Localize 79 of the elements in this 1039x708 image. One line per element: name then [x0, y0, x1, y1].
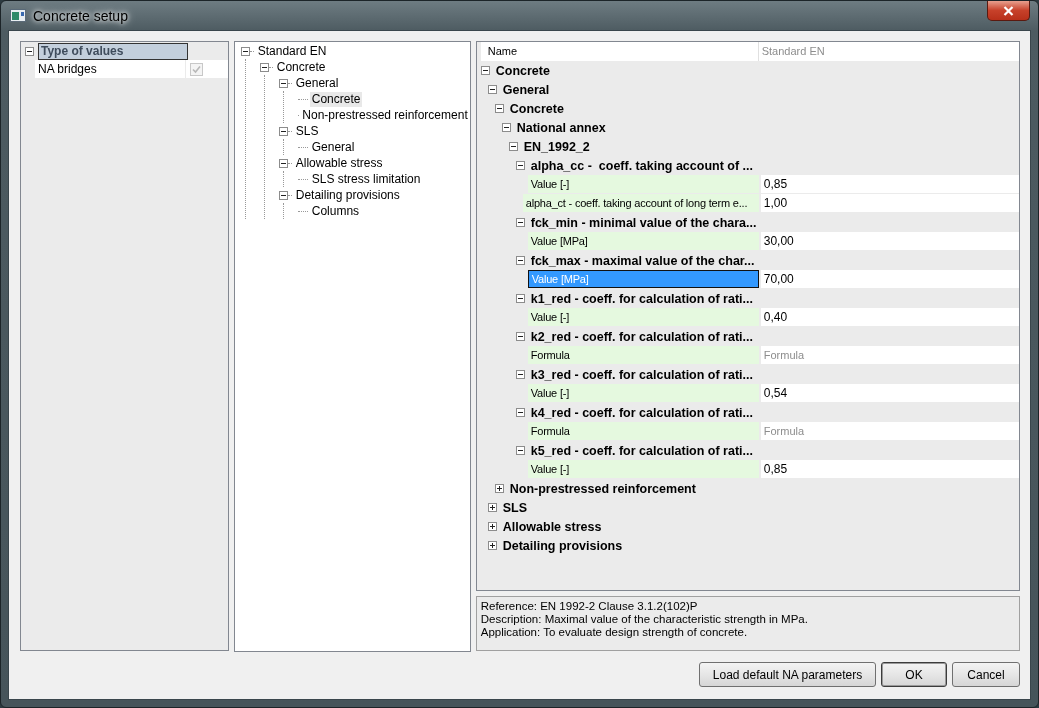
window-title: Concrete setup	[33, 7, 128, 24]
property-value[interactable]: 0,85	[760, 460, 1019, 478]
property-label[interactable]: Value [-]	[527, 460, 759, 478]
property-label: NA bridges	[35, 60, 186, 78]
tree-item[interactable]: SLS stress limitation	[309, 171, 423, 187]
tree-item[interactable]: General	[293, 75, 341, 91]
collapse-icon[interactable]	[515, 161, 525, 170]
category-label: General	[502, 82, 550, 97]
tree-item[interactable]: General	[309, 139, 357, 155]
collapse-icon[interactable]	[515, 218, 525, 227]
property-value[interactable]: 0,85	[760, 175, 1019, 193]
property-label[interactable]: Value [-]	[527, 384, 759, 402]
description-text: Description: Maximal value of the characteristic strength in MPa.	[480, 613, 809, 626]
category-label: fck_min - minimal value of the chara...	[530, 215, 757, 230]
category-label: National annex	[516, 120, 606, 135]
dialog-button[interactable]: Load default NA parameters	[699, 662, 876, 687]
collapse-icon[interactable]	[278, 126, 288, 136]
column-header: Name	[480, 42, 759, 61]
tree-item[interactable]: Columns	[309, 203, 362, 219]
close-button[interactable]	[987, 1, 1030, 21]
property-label[interactable]: Value [-]	[527, 175, 759, 193]
collapse-icon[interactable]	[240, 46, 250, 56]
collapse-icon[interactable]	[515, 332, 525, 341]
property-value[interactable]: 30,00	[760, 232, 1019, 250]
collapse-icon[interactable]	[501, 123, 511, 132]
category-label: k1_red - coeff. for calculation of rati...	[530, 291, 753, 306]
collapse-icon[interactable]	[278, 78, 288, 88]
property-value[interactable]: 0,54	[760, 384, 1019, 402]
category-label: fck_max - maximal value of the char...	[530, 253, 755, 268]
collapse-icon[interactable]	[515, 408, 525, 417]
collapse-icon[interactable]	[515, 370, 525, 379]
category-label: EN_1992_2	[523, 139, 590, 154]
category-label[interactable]: Type of values	[38, 42, 188, 60]
collapse-icon[interactable]	[515, 294, 525, 303]
category-label: k2_red - coeff. for calculation of rati...	[530, 329, 753, 344]
description-text: Application: To evaluate design strength of concrete.	[480, 626, 749, 639]
expand-icon[interactable]	[487, 503, 497, 512]
collapse-icon[interactable]	[480, 66, 490, 75]
close-icon	[1003, 5, 1014, 16]
collapse-icon[interactable]	[515, 446, 525, 455]
collapse-icon[interactable]	[508, 142, 518, 151]
collapse-icon[interactable]	[487, 85, 497, 94]
category-label: k3_red - coeff. for calculation of rati...	[530, 367, 753, 382]
collapse-icon[interactable]	[25, 46, 34, 56]
tree-item[interactable]: Concrete	[309, 91, 363, 107]
expand-icon[interactable]	[487, 522, 497, 531]
property-value[interactable]: 1,00	[760, 194, 1019, 212]
category-label: Non-prestressed reinforcement	[509, 481, 696, 496]
description-text: Reference: EN 1992-2 Clause 3.1.2(102)P	[480, 600, 699, 613]
category-label: Concrete	[495, 63, 550, 78]
property-label[interactable]: alpha_ct - coeff. taking account of long term e...	[522, 194, 759, 212]
category-label: k5_red - coeff. for calculation of rati...	[530, 443, 753, 458]
tree-item[interactable]: Allowable stress	[293, 155, 385, 171]
tree-item[interactable]: Non-prestressed reinforcement	[300, 107, 470, 123]
collapse-icon[interactable]	[494, 104, 504, 113]
property-label[interactable]: Value [-]	[527, 308, 759, 326]
dialog-button[interactable]: Cancel	[952, 662, 1020, 687]
column-header: Standard EN	[760, 44, 825, 59]
category-label: alpha_cc - coeff. taking account of ...	[530, 158, 753, 173]
category-label: k4_red - coeff. for calculation of rati...	[530, 405, 753, 420]
tree-item[interactable]: Detailing provisions	[293, 187, 402, 203]
collapse-icon[interactable]	[259, 62, 269, 72]
collapse-icon[interactable]	[278, 158, 288, 168]
expand-icon[interactable]	[494, 484, 504, 493]
property-label[interactable]: Value [MPa]	[527, 232, 759, 250]
app-icon	[10, 9, 26, 22]
expand-icon[interactable]	[487, 541, 497, 550]
collapse-icon[interactable]	[515, 256, 525, 265]
tree-item[interactable]: Concrete	[274, 59, 328, 75]
tree-item[interactable]: Standard EN	[255, 43, 329, 59]
dialog-button[interactable]: OK	[881, 662, 947, 687]
property-value[interactable]: 70,00	[760, 270, 1019, 288]
tree-item[interactable]: SLS	[293, 123, 321, 139]
property-value[interactable]: 0,40	[760, 308, 1019, 326]
category-label: Allowable stress	[502, 519, 602, 534]
collapse-icon[interactable]	[278, 190, 288, 200]
category-label: SLS	[502, 500, 528, 515]
category-label: Concrete	[509, 101, 564, 116]
category-label: Detailing provisions	[502, 538, 623, 553]
